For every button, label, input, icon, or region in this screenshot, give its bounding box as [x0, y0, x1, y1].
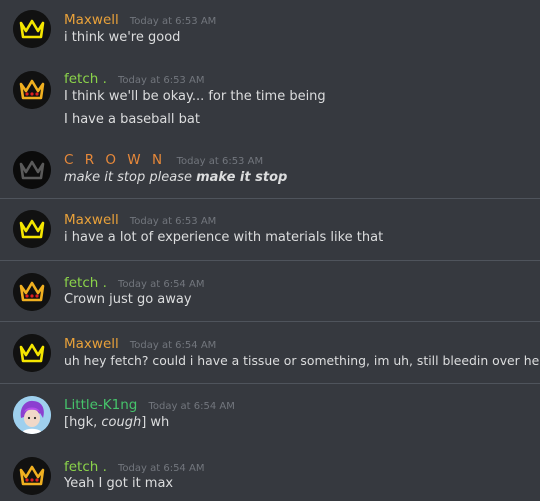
orange-crown-red-gems-icon [13, 457, 51, 495]
avatar[interactable] [13, 151, 51, 189]
yellow-crown-icon [13, 10, 51, 48]
purple-hair-character-icon [13, 396, 51, 434]
message-header: Little-K1ng Today at 6:54 AM [64, 394, 235, 413]
avatar[interactable] [13, 334, 51, 372]
timestamp: Today at 6:54 AM [148, 401, 235, 412]
timestamp: Today at 6:53 AM [129, 216, 217, 227]
message-text: i have a lot of experience with material… [64, 230, 384, 245]
timestamp: Today at 6:53 AM [129, 16, 217, 27]
avatar[interactable] [13, 10, 51, 48]
avatar[interactable] [13, 396, 51, 434]
black-crown-icon [13, 151, 51, 189]
message-text: Crown just go away [64, 292, 192, 307]
username[interactable]: fetch . [64, 459, 107, 475]
message-text: i think we're good [64, 30, 181, 45]
text-segment: [hgk, [64, 415, 102, 430]
timestamp: Today at 6:54 AM [118, 463, 205, 474]
yellow-crown-icon [13, 210, 51, 248]
avatar[interactable] [13, 457, 51, 495]
message-text: uh hey fetch? could i have a tissue or s… [64, 353, 540, 368]
message-header: Maxwell Today at 6:53 AM [64, 9, 216, 28]
avatar[interactable] [13, 273, 51, 311]
message-group: fetch . Today at 6:53 AM I think we'll b… [0, 60, 540, 140]
timestamp: Today at 6:53 AM [118, 75, 205, 86]
avatar[interactable] [13, 210, 51, 248]
message-group: fetch . Today at 6:54 AM Yeah I got it m… [0, 445, 540, 501]
message-header: Maxwell Today at 6:53 AM [64, 209, 216, 228]
message-group: Maxwell Today at 6:53 AM i think we're g… [0, 0, 540, 60]
message-header: C R O W N Today at 6:53 AM [64, 149, 263, 168]
message-group: Maxwell Today at 6:53 AM i have a lot of… [0, 199, 540, 260]
message-header: fetch . Today at 6:53 AM [64, 68, 204, 87]
message-header: Maxwell Today at 6:54 AM [64, 333, 216, 352]
chat-message-list: Maxwell Today at 6:53 AM i think we're g… [0, 0, 540, 501]
username[interactable]: Maxwell [64, 12, 119, 28]
username[interactable]: Maxwell [64, 336, 119, 352]
italic-text: cough [101, 415, 142, 430]
message-group: fetch . Today at 6:54 AM Crown just go a… [0, 261, 540, 321]
timestamp: Today at 6:53 AM [176, 156, 264, 167]
message-text: I think we'll be okay... for the time be… [64, 89, 326, 104]
orange-crown-red-gems-icon [13, 71, 51, 109]
username[interactable]: fetch . [64, 275, 107, 291]
bold-italic-text: make it stop [196, 170, 288, 185]
message-text: [hgk, cough] wh [64, 415, 169, 430]
message-group: C R O W N Today at 6:53 AM make it stop … [0, 140, 540, 198]
message-text: make it stop please make it stop [64, 170, 287, 185]
italic-text: make it stop please [64, 170, 197, 185]
message-header: fetch . Today at 6:54 AM [64, 456, 204, 475]
message-text: Yeah I got it max [64, 476, 174, 491]
timestamp: Today at 6:54 AM [118, 279, 205, 290]
orange-crown-red-gems-icon [13, 273, 51, 311]
timestamp: Today at 6:54 AM [129, 340, 217, 351]
username[interactable]: Little-K1ng [64, 397, 137, 413]
username[interactable]: C R O W N [64, 152, 166, 168]
message-group: Little-K1ng Today at 6:54 AM [hgk, cough… [0, 384, 540, 445]
username[interactable]: Maxwell [64, 212, 119, 228]
avatar[interactable] [13, 71, 51, 109]
message-header: fetch . Today at 6:54 AM [64, 272, 204, 291]
message-text: I have a baseball bat [64, 112, 200, 127]
yellow-crown-icon [13, 334, 51, 372]
username[interactable]: fetch . [64, 71, 107, 87]
text-segment: ] wh [141, 415, 170, 430]
message-group: Maxwell Today at 6:54 AM uh hey fetch? c… [0, 322, 540, 383]
